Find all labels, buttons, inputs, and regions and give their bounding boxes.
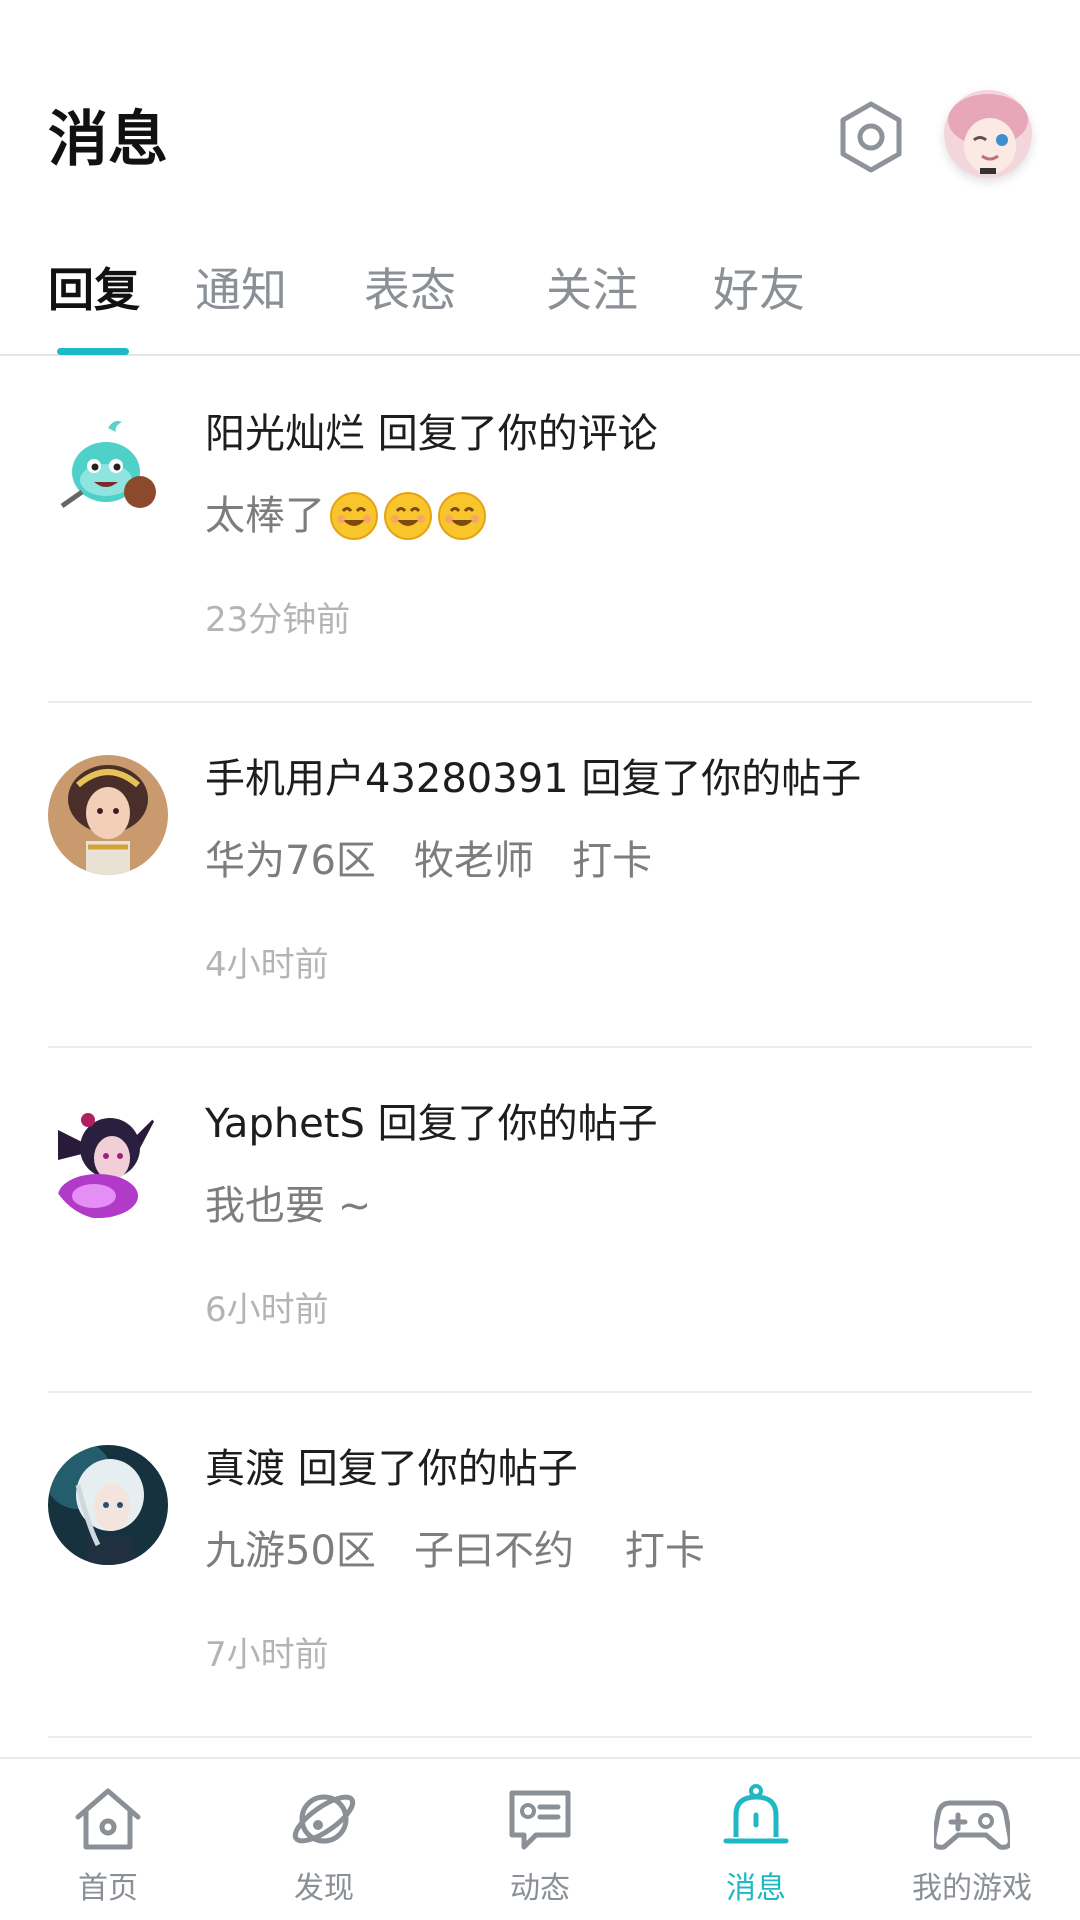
user-avatar[interactable]	[944, 90, 1032, 178]
nav-label: 我的游戏	[912, 1871, 1032, 1906]
message-list: 阳光灿烂 回复了你的评论 太棒了 23分钟前 手机用户43280391 回复了你…	[0, 358, 1080, 1738]
message-title: 阳光灿烂 回复了你的评论	[205, 406, 658, 462]
message-time: 23分钟前	[205, 600, 351, 640]
feed-card-icon	[502, 1781, 578, 1857]
message-content: 我也要 ~	[205, 1178, 371, 1234]
sender-avatar[interactable]	[48, 410, 168, 530]
message-action: 回复了你的评论	[377, 411, 658, 457]
message-time: 6小时前	[205, 1290, 329, 1330]
tab-notification[interactable]: 通知	[195, 260, 287, 320]
smile-emoji-icon	[383, 491, 433, 541]
sender-name[interactable]: 真渡	[205, 1446, 285, 1492]
bottom-nav: 首页 发现 动态 消息 我的游戏	[0, 1757, 1080, 1920]
content-text: 九游50区 子曰不约 打卡	[205, 1528, 705, 1574]
divider	[48, 1736, 1032, 1738]
message-title: YaphetS 回复了你的帖子	[205, 1096, 658, 1152]
message-time: 7小时前	[205, 1635, 329, 1675]
content-text: 华为76区 牧老师 打卡	[205, 838, 653, 884]
tab-reply[interactable]: 回复	[48, 260, 140, 320]
message-tabs: 回复 通知 表态 关注 好友	[0, 250, 1080, 356]
header: 消息	[0, 0, 1080, 230]
message-item[interactable]: YaphetS 回复了你的帖子 我也要 ~ 6小时前	[0, 1048, 1080, 1393]
nav-discover[interactable]: 发现	[216, 1781, 432, 1920]
message-title: 手机用户43280391 回复了你的帖子	[205, 751, 861, 807]
message-action: 回复了你的帖子	[297, 1446, 578, 1492]
sender-name[interactable]: YaphetS	[205, 1101, 365, 1147]
content-text: 我也要 ~	[205, 1183, 372, 1229]
message-content: 华为76区 牧老师 打卡	[205, 833, 652, 889]
tab-reaction[interactable]: 表态	[364, 260, 456, 320]
sender-name[interactable]: 阳光灿烂	[205, 411, 365, 457]
page-title: 消息	[48, 105, 168, 175]
tab-friends[interactable]: 好友	[713, 260, 805, 320]
nav-label: 首页	[78, 1871, 138, 1906]
tab-follow[interactable]: 关注	[546, 260, 638, 320]
nav-label: 发现	[294, 1871, 354, 1906]
message-action: 回复了你的帖子	[377, 1101, 658, 1147]
sender-avatar[interactable]	[48, 1100, 168, 1220]
sender-avatar[interactable]	[48, 1445, 168, 1565]
content-text: 太棒了	[205, 493, 325, 539]
message-time: 4小时前	[205, 945, 329, 985]
smile-emoji-icon	[437, 491, 487, 541]
tab-indicator	[57, 348, 129, 355]
nav-label: 消息	[726, 1871, 786, 1906]
nav-label: 动态	[510, 1871, 570, 1906]
settings-button[interactable]	[832, 98, 910, 176]
settings-hexagon-icon	[840, 101, 902, 173]
discover-planet-icon	[286, 1781, 362, 1857]
message-item[interactable]: 真渡 回复了你的帖子 九游50区 子曰不约 打卡 7小时前	[0, 1393, 1080, 1738]
sender-name[interactable]: 手机用户43280391	[205, 756, 569, 802]
message-title: 真渡 回复了你的帖子	[205, 1441, 578, 1497]
smile-emoji-icon	[329, 491, 379, 541]
message-action: 回复了你的帖子	[581, 756, 862, 802]
nav-home[interactable]: 首页	[0, 1781, 216, 1920]
home-icon	[70, 1781, 146, 1857]
nav-feed[interactable]: 动态	[432, 1781, 648, 1920]
sender-avatar[interactable]	[48, 755, 168, 875]
nav-my-games[interactable]: 我的游戏	[864, 1781, 1080, 1920]
message-content: 九游50区 子曰不约 打卡	[205, 1523, 705, 1579]
gamepad-icon	[934, 1781, 1010, 1857]
message-content: 太棒了	[205, 488, 487, 544]
message-item[interactable]: 阳光灿烂 回复了你的评论 太棒了 23分钟前	[0, 358, 1080, 703]
nav-messages[interactable]: 消息	[648, 1781, 864, 1920]
bell-icon	[718, 1781, 794, 1857]
message-item[interactable]: 手机用户43280391 回复了你的帖子 华为76区 牧老师 打卡 4小时前	[0, 703, 1080, 1048]
